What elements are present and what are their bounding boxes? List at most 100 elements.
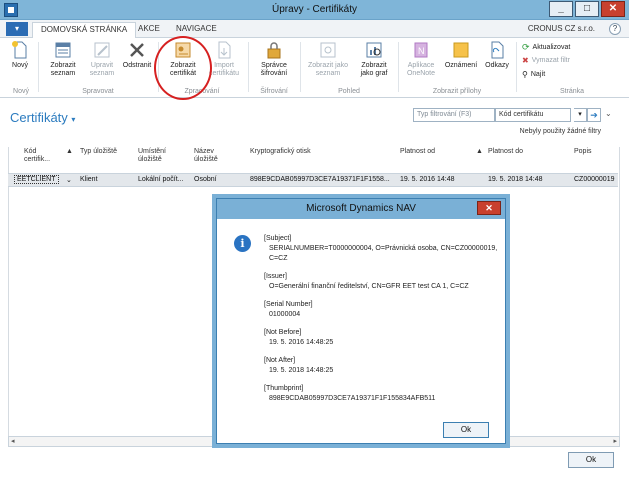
filter-field-select[interactable]: Kód certifikátu [495, 108, 571, 122]
help-icon[interactable]: ? [609, 23, 621, 35]
clear-filter-button[interactable]: ✖ Vymazat filtr [522, 56, 570, 65]
subject-value: SERIALNUMBER=T0000000004, O=Právnická os… [269, 245, 498, 262]
find-button[interactable]: ⚲ Najít [522, 70, 545, 79]
group-separator [300, 42, 301, 92]
column-header-typ[interactable]: Typ úložiště [80, 148, 130, 156]
window-controls: _ □ ✕ [549, 1, 625, 17]
show-list-button[interactable]: Zobrazit seznam [42, 40, 84, 78]
svg-text:N: N [418, 46, 425, 56]
refresh-button[interactable]: ⟳ Aktualizovat [522, 42, 570, 53]
group-separator [38, 42, 39, 92]
sort-arrow-icon: ▲ [66, 148, 73, 155]
minimize-button[interactable]: _ [549, 1, 573, 17]
cell-nazev: Osobní [194, 176, 217, 183]
cell-popis: CZ00000019 [574, 176, 615, 183]
new-document-icon [12, 41, 27, 59]
clear-filter-icon: ✖ [522, 56, 529, 65]
delete-button[interactable]: Odstranit [120, 40, 154, 70]
filter-input[interactable]: Typ filtrování (F3) [413, 108, 495, 122]
company-name[interactable]: CRONUS CZ s.r.o. [528, 24, 595, 33]
issuer-value: O=Generální finanční ředitelství, CN=GFR… [269, 283, 469, 290]
refresh-icon: ⟳ [522, 42, 530, 52]
group-separator [516, 42, 517, 92]
cell-kod[interactable]: EETCLIENT [14, 175, 59, 184]
lock-icon [267, 42, 281, 59]
onenote-button[interactable]: N Aplikace OneNote [402, 40, 440, 78]
subject-label: [Subject] [264, 235, 292, 242]
maximize-button[interactable]: □ [575, 1, 599, 17]
file-menu-button[interactable]: ▾ [6, 22, 28, 36]
tab-akce[interactable]: AKCE [130, 22, 168, 38]
cell-platnost-do: 19. 5. 2018 14:48 [488, 176, 543, 183]
import-icon [218, 41, 231, 59]
scroll-left-icon[interactable]: ◂ [11, 437, 15, 445]
show-as-list-button[interactable]: Zobrazit jako seznam [304, 40, 352, 78]
note-icon [453, 42, 469, 58]
issuer-label: [Issuer] [264, 273, 287, 280]
page-title[interactable]: Certifikáty ▾ [10, 110, 75, 125]
tab-domovska-stranka[interactable]: DOMOVSKÁ STRÁNKA [32, 22, 137, 38]
binoculars-icon: ⚲ [522, 70, 528, 79]
cell-umisteni: Lokální počít... [138, 176, 184, 183]
list-icon [55, 42, 71, 58]
thumbprint-value: 898E9CDAB05997D3CE7A19371F1F155834AFB511 [269, 395, 436, 402]
onenote-icon: N [414, 42, 428, 58]
expand-filter-icon[interactable]: ⌄ [605, 109, 612, 118]
group-separator [398, 42, 399, 92]
table-row[interactable]: EETCLIENT ⌄ Klient Lokální počít... Osob… [8, 173, 618, 187]
ribbon-tabbar: ▾ DOMOVSKÁ STRÁNKA AKCE NAVIGACE CRONUS … [0, 20, 629, 38]
thumbprint-label: [Thumbprint] [264, 385, 304, 392]
dialog-close-button[interactable]: ✕ [477, 201, 501, 215]
window-titlebar: Úpravy - Certifikáty _ □ ✕ [0, 0, 629, 20]
dialog-title: Microsoft Dynamics NAV [217, 199, 505, 219]
serial-label: [Serial Number] [264, 301, 313, 308]
group-label-spravovat: Spravovat [82, 88, 114, 95]
column-header-umisteni[interactable]: Umístění úložiště [138, 148, 178, 164]
apply-filter-button[interactable]: ➔ [587, 108, 601, 122]
column-header-popis[interactable]: Popis [574, 148, 592, 156]
view-list-icon [320, 42, 336, 58]
grid-header: Kód certifik... ▲ Typ úložiště Umístění … [8, 148, 618, 172]
ribbon: Nový Zobrazit seznam Upravit seznam Odst… [0, 38, 629, 98]
column-header-kod[interactable]: Kód certifik... [24, 148, 60, 164]
no-filters-label: Nebyly použity žádné filtry [519, 128, 601, 135]
highlight-circle [154, 36, 212, 100]
group-label-pohled: Pohled [338, 88, 360, 95]
window-title: Úpravy - Certifikáty [271, 4, 357, 15]
notafter-label: [Not After] [264, 357, 296, 364]
cell-typ: Klient [80, 176, 98, 183]
links-button[interactable]: Odkazy [482, 40, 512, 70]
scroll-right-icon[interactable]: ▸ [613, 437, 617, 445]
cell-otisk: 898E9CDAB05997D3CE7A19371F1F1558... [250, 176, 390, 183]
column-header-nazev[interactable]: Název úložiště [194, 148, 230, 164]
column-header-platnost-do[interactable]: Platnost do [488, 148, 523, 156]
link-icon [491, 41, 504, 59]
notafter-value: 19. 5. 2018 14:48:25 [269, 367, 334, 374]
notifications-button[interactable]: Oznámení [442, 40, 480, 70]
message-dialog: Microsoft Dynamics NAV ✕ i [Subject] SER… [216, 198, 506, 444]
dialog-ok-button[interactable]: Ok [443, 422, 489, 438]
dialog-message: [Subject] SERIALNUMBER=T0000000004, O=Pr… [264, 234, 500, 412]
chart-icon [366, 42, 382, 58]
column-header-otisk[interactable]: Kryptografický otisk [250, 148, 311, 156]
serial-value: 01000004 [269, 311, 301, 318]
group-separator [248, 42, 249, 92]
notbefore-label: [Not Before] [264, 329, 302, 336]
delete-icon [130, 43, 144, 57]
chevron-down-icon[interactable]: ⌄ [66, 176, 72, 184]
group-label-stranka: Stránka [559, 88, 585, 95]
close-button[interactable]: ✕ [601, 1, 625, 17]
notbefore-value: 19. 5. 2016 14:48:25 [269, 339, 334, 346]
cell-platnost-od: 19. 5. 2016 14:48 [400, 176, 455, 183]
filter-field-dropdown[interactable]: ▾ [574, 108, 587, 122]
chevron-down-icon: ▾ [71, 115, 76, 124]
new-button[interactable]: Nový [8, 40, 32, 70]
column-header-platnost-od[interactable]: Platnost od [400, 148, 435, 156]
group-label-prilohy: Zobrazit přílohy [432, 88, 482, 95]
encryption-manager-button[interactable]: Správce šifrování [252, 40, 296, 78]
sort-arrow-icon: ▲ [476, 148, 483, 155]
edit-list-button[interactable]: Upravit seznam [86, 40, 118, 78]
show-as-chart-button[interactable]: Zobrazit jako graf [354, 40, 394, 78]
info-icon: i [234, 235, 251, 252]
ok-button[interactable]: Ok [568, 452, 614, 468]
